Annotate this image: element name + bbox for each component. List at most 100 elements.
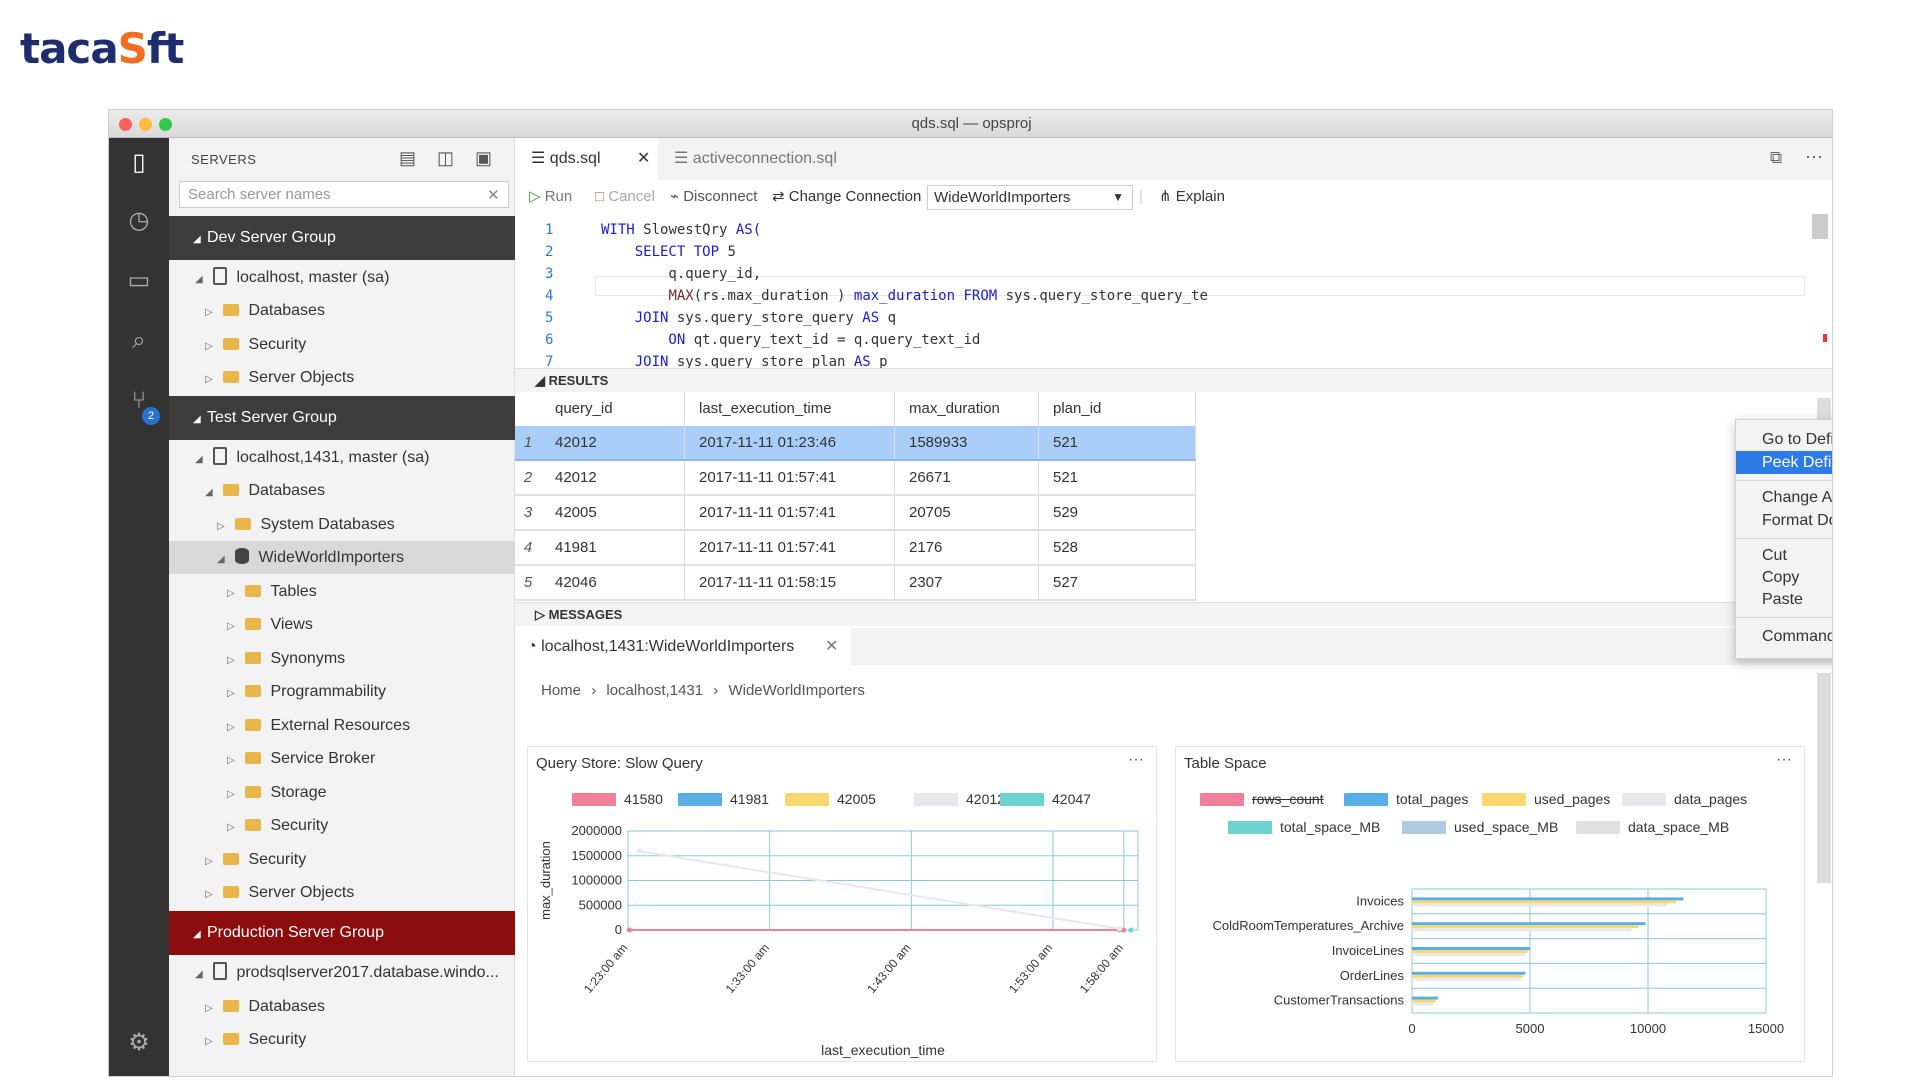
tree-item-synonyms[interactable]: ▷ Synonyms [169,642,515,675]
menu-item-command-palette[interactable]: Command Palette...⇧⌘P [1736,625,1832,648]
tree-item-dev-databases[interactable]: ▷ Databases [169,294,515,327]
legend-item[interactable]: total_pages [1344,791,1468,807]
legend-item[interactable]: rows_count [1200,791,1324,807]
tab-activeconnection-sql[interactable]: ☰ activeconnection.sql [658,138,858,180]
folder-icon [245,719,262,731]
activity-bar: ▯ ◷ ▭ ⌕ ⑂ 2 ⚙ [109,138,169,1076]
tree-item-programmability[interactable]: ▷ Programmability [169,675,515,708]
cancel-button[interactable]: □ Cancel [595,180,655,214]
folder-icon [235,518,252,530]
menu-item-paste[interactable]: Paste⌘V [1736,588,1832,611]
more-actions-icon[interactable]: ··· [1805,146,1823,167]
explain-button[interactable]: ⋔ Explain [1159,180,1225,214]
widget-menu-icon[interactable]: ··· [1128,751,1144,769]
tree-item-service-broker[interactable]: ▷ Service Broker [169,742,515,775]
legend-item[interactable]: 42005 [785,791,876,807]
clear-search-icon[interactable]: ✕ [487,186,500,204]
legend-item[interactable]: used_space_MB [1402,819,1558,835]
tree-item-dev-server-objects[interactable]: ▷ Server Objects [169,361,515,394]
table-row[interactable]: 4 41981 2017-11-11 01:57:41 2176 528 [515,531,1196,566]
code-editor[interactable]: 1 WITH SlowestQry AS( 2 SELECT TOP 5 3 q… [515,214,1832,370]
menu-item-change-all-occurrences[interactable]: Change All Occurrences⌘F2 [1736,486,1832,509]
table-row[interactable]: 5 42046 2017-11-11 01:58:15 2307 527 [515,566,1196,601]
tree-item-test-connection[interactable]: ◢ localhost,1431, master (sa) [169,441,515,474]
server-icon [213,267,228,285]
change-connection-button[interactable]: ⇄ Change Connection [772,180,921,214]
tree-item-system-databases[interactable]: ▷ System Databases [169,508,515,541]
close-tab-icon[interactable]: ✕ [637,138,650,180]
minimize-window-button[interactable] [139,118,152,131]
legend-item[interactable]: data_space_MB [1576,819,1729,835]
zoom-window-button[interactable] [159,118,172,131]
tree-item-external-resources[interactable]: ▷ External Resources [169,709,515,742]
legend-item[interactable]: total_space_MB [1228,819,1380,835]
explorer-icon[interactable]: ▭ [124,266,154,296]
breadcrumb-server[interactable]: localhost,1431 [606,682,703,699]
editor-scrollbar[interactable] [1812,214,1828,239]
legend-item[interactable]: used_pages [1482,791,1610,807]
messages-section-header[interactable]: ▷ MESSAGES [515,602,1832,626]
legend-item[interactable]: 42047 [1000,791,1091,807]
tree-item-test-security[interactable]: ▷ Security [169,843,515,876]
open-dashboard-icon[interactable]: ⧉ [1770,148,1782,168]
breadcrumb: Home › localhost,1431 › WideWorldImporte… [541,682,865,699]
settings-gear-icon[interactable]: ⚙ [124,1028,154,1058]
chevron-down-icon: ▼ [1112,190,1124,204]
tab-qds-sql[interactable]: ☰ qds.sql ✕ [515,138,658,180]
new-server-group-icon[interactable]: ◫ [437,148,454,169]
column-header[interactable]: last_execution_time [685,392,895,426]
tree-item-test-databases[interactable]: ◢ Databases [169,474,515,507]
close-tab-icon[interactable]: ✕ [825,628,838,665]
table-row[interactable]: 2 42012 2017-11-11 01:57:41 26671 521 [515,461,1196,496]
database-select[interactable]: WideWorldImporters ▼ [927,185,1133,210]
column-header[interactable]: plan_id [1039,392,1196,426]
tree-item-wideworldimporters[interactable]: ◢ WideWorldImporters [169,541,515,574]
legend-item[interactable]: data_pages [1622,791,1747,807]
menu-item-format-document[interactable]: Format Document⌥⇧F [1736,509,1832,532]
breadcrumb-database[interactable]: WideWorldImporters [728,682,864,699]
menu-item-go-to-definition[interactable]: Go to DefinitionF12 [1736,428,1832,451]
menu-item-cut[interactable]: Cut⌘X [1736,544,1832,567]
tree-item-prod-databases[interactable]: ▷ Databases [169,990,515,1023]
run-button[interactable]: ▷ Run [529,180,572,214]
tree-item-prod-connection[interactable]: ◢ prodsqlserver2017.database.windo... [169,956,515,989]
tree-item-storage[interactable]: ▷ Storage [169,776,515,809]
tree-item-views[interactable]: ▷ Views [169,608,515,641]
y-tick-label: 1500000 [571,848,622,863]
column-header[interactable]: query_id [541,392,685,426]
folder-icon [245,585,262,597]
new-connection-icon[interactable]: ▤ [399,148,416,169]
dashboard-scrollbar[interactable] [1817,673,1831,883]
legend-item[interactable]: 41981 [678,791,769,807]
servers-icon[interactable]: ▯ [124,148,154,178]
results-section-header[interactable]: ◢ RESULTS [515,368,1832,392]
menu-item-peek-definition[interactable]: Peek Definition⌥F12 [1736,451,1832,474]
production-server-group[interactable]: ◢ Production Server Group [169,911,515,955]
table-row[interactable]: 1 42012 2017-11-11 01:23:46 1589933 521 [515,426,1196,461]
breadcrumb-home[interactable]: Home [541,682,581,699]
tab-dashboard[interactable]: ◔ localhost,1431:WideWorldImporters ✕ [515,628,851,665]
close-window-button[interactable] [119,118,132,131]
legend-item[interactable]: 41580 [572,791,663,807]
table-row[interactable]: 3 42005 2017-11-11 01:57:41 20705 529 [515,496,1196,531]
tree-item-dev-security[interactable]: ▷ Security [169,328,515,361]
tree-item-dev-connection[interactable]: ◢ localhost, master (sa) [169,261,515,294]
x-tick-label: 10000 [1630,1021,1666,1036]
tree-item-prod-security[interactable]: ▷ Security [169,1023,515,1056]
x-tick-label: 1:53:00 am [1006,941,1055,996]
legend-item[interactable]: 42012 [914,791,1005,807]
tree-item-tables[interactable]: ▷ Tables [169,575,515,608]
active-connections-icon[interactable]: ▣ [475,148,492,169]
search-icon[interactable]: ⌕ [124,326,154,356]
widget-menu-icon[interactable]: ··· [1776,751,1792,769]
tree-item-test-server-objects[interactable]: ▷ Server Objects [169,876,515,909]
dev-server-group[interactable]: ◢ Dev Server Group [169,216,515,260]
disconnect-button[interactable]: ⌁ Disconnect [670,180,757,214]
x-tick-label: 5000 [1516,1021,1545,1036]
history-icon[interactable]: ◷ [124,206,154,236]
menu-item-copy[interactable]: Copy⌘C [1736,566,1832,589]
column-header[interactable]: max_duration [895,392,1039,426]
tree-item-wwi-security[interactable]: ▷ Security [169,809,515,842]
search-server-input[interactable] [179,181,509,208]
test-server-group[interactable]: ◢ Test Server Group [169,396,515,440]
